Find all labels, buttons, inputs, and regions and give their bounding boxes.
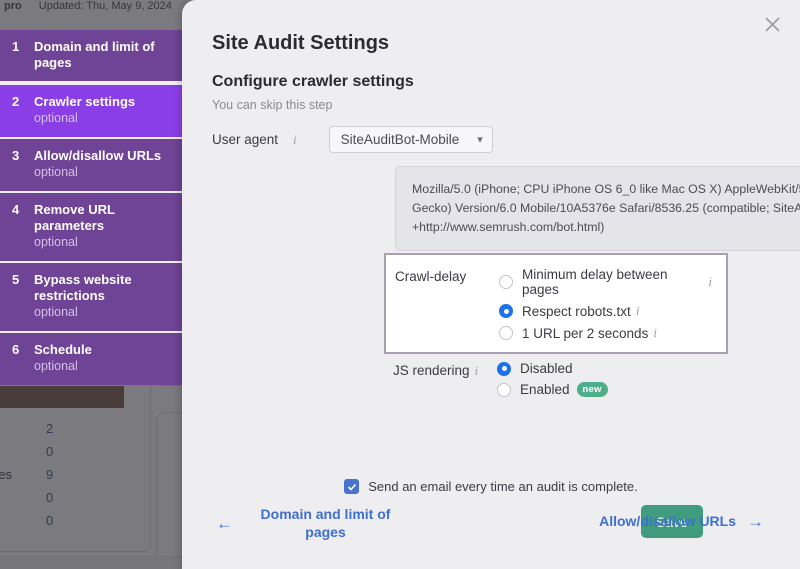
step-title: Crawler settings [34,94,170,110]
step-title: Schedule [34,342,170,358]
sidebar-item-schedule[interactable]: 6 Schedule optional [0,333,182,385]
step-number: 5 [12,272,34,288]
radio-label: Respect robots.txt [522,304,631,319]
step-optional: optional [34,304,170,321]
arrow-right-icon: → [747,513,764,530]
radio-icon-selected [497,362,511,376]
user-agent-row: User agent i SiteAuditBot-Mobile ▾ [212,126,493,153]
sidebar-item-remove-url-parameters[interactable]: 4 Remove URL parameters optional [0,193,182,263]
step-optional: optional [34,110,170,127]
user-agent-select[interactable]: SiteAuditBot-Mobile ▾ [329,126,493,153]
step-optional: optional [34,358,170,375]
info-icon[interactable]: i [653,325,657,341]
step-optional: optional [34,164,170,181]
info-icon[interactable]: i [708,274,712,290]
sidebar-item-domain-and-limit[interactable]: 1 Domain and limit of pages [0,30,182,83]
js-rendering-group: JS rendering i Disabled Enabled new [393,361,608,397]
js-rendering-option-disabled[interactable]: Disabled [497,361,608,376]
crawl-delay-option-one-url-per-two-seconds[interactable]: 1 URL per 2 seconds i [499,325,712,341]
step-optional: optional [34,234,170,251]
crawl-delay-label: Crawl-delay [395,267,499,341]
info-icon[interactable]: i [636,303,640,319]
radio-icon [497,383,511,397]
sidebar-item-allow-disallow-urls[interactable]: 3 Allow/disallow URLs optional [0,139,182,193]
step-number: 3 [12,148,34,164]
sidebar-item-crawler-settings[interactable]: 2 Crawler settings optional [0,83,182,139]
email-notification-row: Send an email every time an audit is com… [182,479,800,494]
step-title: Domain and limit of pages [34,39,170,71]
page-title: Site Audit Settings [212,32,389,55]
js-rendering-label: JS rendering i [393,361,497,397]
previous-step-label: Domain and limit of pages [245,505,406,541]
email-notification-checkbox[interactable] [344,479,359,494]
crawl-delay-option-minimum-delay[interactable]: Minimum delay between pages i [499,267,712,297]
js-rendering-option-enabled[interactable]: Enabled new [497,382,608,397]
next-step-label: Allow/disallow URLs [599,512,736,530]
info-icon[interactable]: i [293,132,297,148]
previous-step-link[interactable]: ← Domain and limit of pages [216,505,406,541]
step-number: 6 [12,342,34,358]
user-agent-selected-value: SiteAuditBot-Mobile [341,132,460,147]
step-number: 2 [12,94,34,110]
crawl-delay-option-respect-robots[interactable]: Respect robots.txt i [499,303,712,319]
step-title: Allow/disallow URLs [34,148,170,164]
step-title: Remove URL parameters [34,202,170,234]
chevron-down-icon: ▾ [477,133,483,146]
radio-label: Disabled [520,361,573,376]
radio-icon [499,326,513,340]
crawl-delay-group: Crawl-delay Minimum delay between pages … [384,253,728,354]
js-rendering-label-text: JS rendering [393,363,470,378]
step-number: 4 [12,202,34,218]
radio-icon-selected [499,304,513,318]
radio-label: Enabled [520,382,570,397]
next-step-link[interactable]: Allow/disallow URLs → [599,512,764,530]
site-audit-settings-modal: Site Audit Settings Configure crawler se… [182,0,800,569]
arrow-left-icon: ← [216,515,233,532]
radio-icon [499,275,513,289]
sidebar-item-bypass-website-restrictions[interactable]: 5 Bypass website restrictions optional [0,263,182,333]
info-icon[interactable]: i [475,363,479,379]
new-badge: new [577,382,608,397]
radio-label: 1 URL per 2 seconds [522,326,648,341]
user-agent-label: User agent [212,132,278,147]
steps-sidebar: 1 Domain and limit of pages 2 Crawler se… [0,30,182,385]
close-icon[interactable] [758,10,786,38]
email-notification-label: Send an email every time an audit is com… [368,479,638,494]
section-heading: Configure crawler settings [212,73,414,91]
step-title: Bypass website restrictions [34,272,170,304]
step-number: 1 [12,39,34,55]
radio-label: Minimum delay between pages [522,267,703,297]
user-agent-string: Mozilla/5.0 (iPhone; CPU iPhone OS 6_0 l… [395,166,800,251]
skip-note: You can skip this step [212,98,332,112]
